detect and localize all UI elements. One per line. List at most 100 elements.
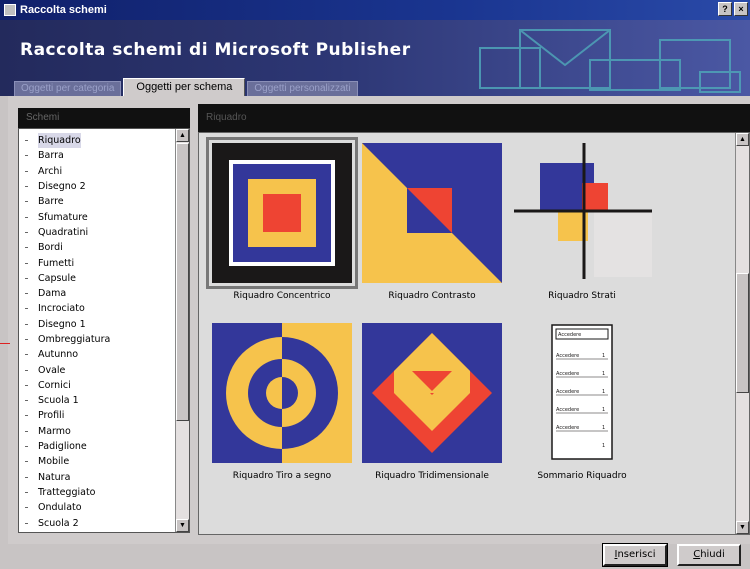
scheme-list-item[interactable]: Barra: [25, 148, 189, 163]
svg-text:1: 1: [602, 443, 605, 449]
bullet-icon: [25, 339, 28, 340]
scheme-label: Ovale: [38, 364, 66, 376]
scheme-list-item[interactable]: Autunno: [25, 347, 189, 362]
target-box-icon: [212, 323, 352, 463]
object-tile[interactable]: Riquadro Tiro a segno: [207, 323, 357, 481]
bullet-icon: [25, 323, 28, 325]
scroll-up-icon[interactable]: ▲: [736, 133, 749, 146]
scheme-label: Marmo: [38, 425, 71, 437]
svg-text:1: 1: [602, 389, 605, 395]
scroll-down-icon[interactable]: ▼: [176, 519, 189, 532]
bullet-icon: [25, 354, 28, 356]
scheme-list-item[interactable]: Sfumature: [25, 209, 189, 224]
tab-strip: Oggetti per categoria Oggetti per schema…: [14, 78, 360, 96]
scheme-list-item[interactable]: Scuola 2: [25, 515, 189, 530]
object-tile[interactable]: Riquadro Tridimensionale: [357, 323, 507, 481]
scheme-list-item[interactable]: Incrociato: [25, 301, 189, 316]
schemes-header: Schemi: [18, 108, 190, 128]
toc-row: Accedere: [556, 407, 579, 413]
scheme-list-item[interactable]: Quadratini: [25, 225, 189, 240]
bullet-icon: [25, 491, 28, 493]
schemes-scrollbar[interactable]: ▲ ▼: [175, 129, 189, 532]
scheme-label: Quadratini: [38, 226, 89, 238]
scheme-list-item[interactable]: Riquadro: [25, 133, 189, 149]
scheme-list-item[interactable]: Bordi: [25, 240, 189, 255]
scheme-list-item[interactable]: Dama: [25, 286, 189, 301]
contrast-box-icon: [362, 143, 502, 283]
objects-scrollbar[interactable]: ▲ ▼: [735, 133, 749, 534]
tab-by-scheme[interactable]: Oggetti per schema: [123, 78, 246, 96]
scheme-list-item[interactable]: Capsule: [25, 271, 189, 286]
bullet-icon: [25, 277, 28, 279]
object-label: Riquadro Concentrico: [233, 291, 331, 301]
scheme-list-item[interactable]: Ondulato: [25, 500, 189, 515]
app-icon: [4, 4, 16, 16]
object-tile[interactable]: Riquadro Contrasto: [357, 143, 507, 301]
scheme-label: Fumetti: [38, 257, 75, 269]
bullet-icon: [25, 186, 28, 188]
scroll-thumb[interactable]: [736, 273, 749, 393]
scheme-list-item[interactable]: Disegno 1: [25, 317, 189, 332]
bullet-icon: [25, 216, 28, 218]
scheme-list-item[interactable]: Fumetti: [25, 255, 189, 270]
scheme-label: Bordi: [38, 242, 63, 254]
scheme-label: Ondulato: [38, 502, 82, 514]
scroll-down-icon[interactable]: ▼: [736, 521, 749, 534]
scroll-thumb[interactable]: [176, 143, 189, 421]
scheme-list-item[interactable]: Archi: [25, 164, 189, 179]
toc-row: Accedere: [556, 389, 579, 395]
scheme-list-item[interactable]: Padiglione: [25, 439, 189, 454]
tab-custom[interactable]: Oggetti personalizzati: [247, 81, 358, 96]
scheme-label: Barra: [38, 150, 64, 162]
scheme-list-item[interactable]: Ovale: [25, 362, 189, 377]
bullet-icon: [25, 201, 28, 203]
object-label: Riquadro Tiro a segno: [232, 471, 332, 481]
svg-text:1: 1: [602, 425, 605, 431]
objects-gallery: Riquadro Concentrico Riquadro Contrasto …: [198, 132, 750, 535]
scroll-up-icon[interactable]: ▲: [176, 129, 189, 142]
scheme-label: Cornici: [38, 379, 71, 391]
scheme-list-item[interactable]: Tratteggiato: [25, 485, 189, 500]
scheme-label: Barre: [38, 196, 64, 208]
close-button[interactable]: Chiudi: [677, 544, 741, 566]
toc-row: Accedere: [556, 425, 579, 431]
schemes-list[interactable]: Riquadro Barra Archi Disegno 2 Barre Sfumatur…: [18, 128, 190, 533]
help-button[interactable]: ?: [718, 2, 732, 16]
scheme-label: Scuola 2: [38, 517, 79, 529]
bullet-icon: [25, 155, 28, 157]
bullet-icon: [25, 415, 28, 417]
object-label: Riquadro Contrasto: [388, 291, 476, 301]
close-window-button[interactable]: ×: [734, 2, 748, 16]
scheme-list-item[interactable]: Disegno 2: [25, 179, 189, 194]
3d-box-icon: [362, 323, 502, 463]
scheme-list-item[interactable]: Ombreggiatura: [25, 332, 189, 347]
object-tile[interactable]: Riquadro Concentrico: [206, 137, 358, 301]
scheme-label: Disegno 2: [38, 181, 86, 193]
bullet-icon: [25, 231, 28, 233]
scheme-list-item[interactable]: Barre: [25, 194, 189, 209]
bullet-icon: [25, 522, 28, 524]
scheme-list-item[interactable]: Natura: [25, 470, 189, 485]
object-label: Sommario Riquadro: [537, 471, 627, 481]
bullet-icon: [25, 476, 28, 478]
bullet-icon: [25, 170, 28, 172]
scheme-list-item[interactable]: Scuola 1: [25, 393, 189, 408]
object-tile[interactable]: Accedere Accedere Accedere Accedere Acce…: [507, 323, 657, 481]
scheme-label: Riquadro: [38, 133, 81, 149]
scheme-list-item[interactable]: Mobile: [25, 454, 189, 469]
bullet-icon: [25, 384, 28, 386]
scheme-label: Ombreggiatura: [38, 334, 111, 345]
scheme-list-item[interactable]: Marmo: [25, 424, 189, 439]
bullet-icon: [25, 446, 28, 448]
scheme-label: Incrociato: [38, 303, 85, 315]
object-tile[interactable]: Riquadro Strati: [507, 143, 657, 301]
insert-button[interactable]: Inserisci: [602, 543, 668, 567]
bullet-icon: [25, 369, 28, 371]
scheme-list-item[interactable]: Cornici: [25, 378, 189, 393]
scheme-list-item[interactable]: Profili: [25, 408, 189, 423]
scheme-label: Profili: [38, 410, 65, 422]
bullet-icon: [25, 262, 28, 264]
tab-by-category[interactable]: Oggetti per categoria: [14, 81, 122, 96]
objects-header: Riquadro: [198, 104, 750, 132]
scheme-label: Natura: [38, 471, 71, 483]
